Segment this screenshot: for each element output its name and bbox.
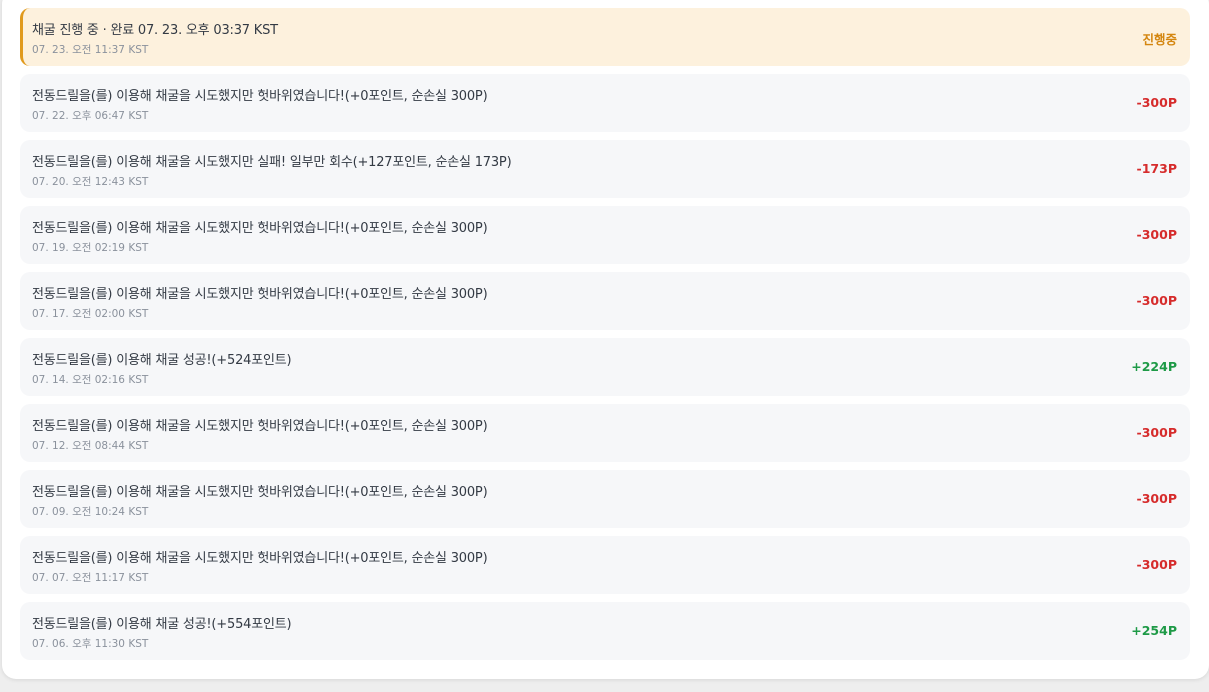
history-item[interactable]: 전동드릴을(를) 이용해 채굴을 시도했지만 헛바위였습니다!(+0포인트, 순…	[20, 206, 1190, 264]
history-item-time: 07. 07. 오전 11:17 KST	[32, 572, 149, 584]
history-item-title: 전동드릴을(를) 이용해 채굴 성공!(+554포인트)	[32, 617, 292, 632]
history-item-title: 전동드릴을(를) 이용해 채굴을 시도했지만 헛바위였습니다!(+0포인트, 순…	[32, 551, 488, 566]
history-item-title: 전동드릴을(를) 이용해 채굴을 시도했지만 헛바위였습니다!(+0포인트, 순…	[32, 419, 488, 434]
history-item-time: 07. 09. 오전 10:24 KST	[32, 506, 149, 518]
history-item-amount: -300P	[1136, 425, 1177, 440]
mining-history-list: 채굴 진행 중 · 완료 07. 23. 오후 03:37 KST 07. 23…	[20, 8, 1190, 668]
history-item-title: 채굴 진행 중 · 완료 07. 23. 오후 03:37 KST	[32, 23, 278, 38]
history-item[interactable]: 전동드릴을(를) 이용해 채굴을 시도했지만 헛바위였습니다!(+0포인트, 순…	[20, 470, 1190, 528]
history-item-amount: +254P	[1131, 623, 1177, 638]
history-item[interactable]: 전동드릴을(를) 이용해 채굴 성공!(+524포인트) 07. 14. 오전 …	[20, 338, 1190, 396]
history-item-amount: -300P	[1136, 293, 1177, 308]
history-item-amount: -300P	[1136, 95, 1177, 110]
history-item-in-progress[interactable]: 채굴 진행 중 · 완료 07. 23. 오후 03:37 KST 07. 23…	[20, 8, 1190, 66]
history-item-time: 07. 20. 오전 12:43 KST	[32, 176, 149, 188]
history-item-time: 07. 06. 오후 11:30 KST	[32, 638, 149, 650]
history-item-title: 전동드릴을(를) 이용해 채굴을 시도했지만 헛바위였습니다!(+0포인트, 순…	[32, 89, 488, 104]
history-item[interactable]: 전동드릴을(를) 이용해 채굴을 시도했지만 헛바위였습니다!(+0포인트, 순…	[20, 404, 1190, 462]
history-item-time: 07. 22. 오후 06:47 KST	[32, 110, 149, 122]
history-item-amount: -300P	[1136, 491, 1177, 506]
history-item-title: 전동드릴을(를) 이용해 채굴을 시도했지만 헛바위였습니다!(+0포인트, 순…	[32, 287, 488, 302]
history-item-title: 전동드릴을(를) 이용해 채굴을 시도했지만 헛바위였습니다!(+0포인트, 순…	[32, 221, 488, 236]
history-item-amount: +224P	[1131, 359, 1177, 374]
history-item-time: 07. 19. 오전 02:19 KST	[32, 242, 149, 254]
history-item-amount: -173P	[1136, 161, 1177, 176]
history-item-time: 07. 23. 오전 11:37 KST	[32, 44, 149, 56]
history-item[interactable]: 전동드릴을(를) 이용해 채굴을 시도했지만 헛바위였습니다!(+0포인트, 순…	[20, 74, 1190, 132]
history-item-amount: -300P	[1136, 227, 1177, 242]
history-item-amount: -300P	[1136, 557, 1177, 572]
history-item[interactable]: 전동드릴을(를) 이용해 채굴을 시도했지만 실패! 일부만 회수(+127포인…	[20, 140, 1190, 198]
history-item[interactable]: 전동드릴을(를) 이용해 채굴 성공!(+554포인트) 07. 06. 오후 …	[20, 602, 1190, 660]
history-item-time: 07. 12. 오전 08:44 KST	[32, 440, 149, 452]
history-item[interactable]: 전동드릴을(를) 이용해 채굴을 시도했지만 헛바위였습니다!(+0포인트, 순…	[20, 272, 1190, 330]
history-item[interactable]: 전동드릴을(를) 이용해 채굴을 시도했지만 헛바위였습니다!(+0포인트, 순…	[20, 536, 1190, 594]
history-item-time: 07. 17. 오전 02:00 KST	[32, 308, 149, 320]
history-item-title: 전동드릴을(를) 이용해 채굴 성공!(+524포인트)	[32, 353, 292, 368]
history-item-title: 전동드릴을(를) 이용해 채굴을 시도했지만 헛바위였습니다!(+0포인트, 순…	[32, 485, 488, 500]
history-item-amount: 진행중	[1142, 32, 1177, 47]
history-item-title: 전동드릴을(를) 이용해 채굴을 시도했지만 실패! 일부만 회수(+127포인…	[32, 155, 512, 170]
history-item-time: 07. 14. 오전 02:16 KST	[32, 374, 149, 386]
